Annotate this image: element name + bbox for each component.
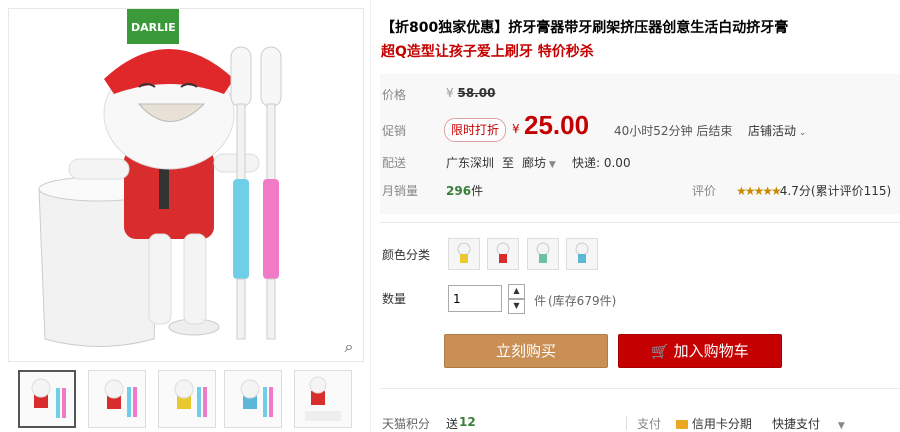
thumbnail-strip	[18, 370, 358, 432]
quantity-decrease-button[interactable]: ▼	[508, 299, 525, 314]
stock-count: (库存679件)	[548, 294, 617, 308]
price-panel: 价格 ¥ 58.00 促销 限时打折 ¥ 25.00 40小时52分钟 后结束 …	[380, 74, 900, 214]
swatch-image	[496, 242, 510, 263]
color-option-blue[interactable]	[566, 238, 598, 270]
shipping-from: 广东深圳	[446, 156, 495, 170]
thumbnail-5[interactable]	[294, 370, 352, 428]
quantity-increase-button[interactable]: ▲	[508, 284, 525, 299]
color-option-red[interactable]	[487, 238, 519, 270]
thumbnail-image	[31, 378, 66, 418]
rating-stars-icon: ★★★★★	[736, 184, 782, 198]
rating[interactable]: ★★★★★4.7分(累计评价115)	[736, 182, 891, 199]
thumbnail-image	[104, 379, 137, 417]
express-fee: 快递: 0.00	[572, 156, 631, 170]
chevron-down-icon: ⌄	[796, 128, 807, 138]
payment-label: 支付	[637, 417, 662, 431]
add-to-cart-button[interactable]: 🛒 加入购物车	[618, 334, 782, 368]
countdown: 40小时52分钟 后结束	[614, 124, 733, 138]
points-label: 天猫积分	[382, 417, 431, 431]
color-option-yellow[interactable]	[448, 238, 480, 270]
promo-label: 促销	[382, 124, 407, 138]
quantity-input[interactable]	[448, 285, 502, 312]
swatch-image	[457, 242, 471, 263]
promo-currency: ¥	[512, 122, 520, 136]
monthly-sales-count: 296	[446, 184, 472, 198]
limited-discount-badge: 限时打折	[444, 118, 507, 142]
promo-price: 25.00	[524, 110, 590, 140]
monthly-sales: 296件	[446, 182, 483, 199]
main-product-image[interactable]: DARLIE ⌕	[8, 8, 364, 362]
monthly-sales-label: 月销量	[382, 184, 419, 198]
price-label: 价格	[382, 88, 407, 102]
toothpaste-dispenser-illustration: DARLIE	[38, 9, 282, 347]
buy-now-button[interactable]: 立刻购买	[444, 334, 608, 368]
shipping-destination-dropdown[interactable]: 廊坊 ▼	[522, 154, 556, 171]
thumbnail-image	[174, 379, 207, 417]
quantity-label: 数量	[382, 292, 407, 306]
cart-icon: 🛒	[651, 344, 669, 360]
thumbnail-1[interactable]	[18, 370, 76, 428]
caret-down-icon: ▼	[837, 421, 845, 431]
section-divider-bottom	[380, 388, 900, 389]
thumbnail-image	[305, 376, 341, 421]
rating-text: 4.7分(累计评价115)	[779, 184, 892, 198]
credit-card-installment[interactable]: 信用卡分期	[676, 415, 752, 432]
shipping-label: 配送	[382, 156, 407, 170]
shipping-destination: 廊坊	[522, 156, 547, 170]
color-label: 颜色分类	[382, 248, 431, 262]
product-title: 【折800独家优惠】挤牙膏器带牙刷架挤压器创意生活白动挤牙膏	[381, 20, 789, 36]
original-price-value: 58.00	[457, 86, 496, 100]
shipping-to-word: 至	[502, 156, 515, 170]
points-value: 12	[459, 415, 476, 429]
section-divider	[380, 222, 900, 223]
column-divider	[370, 0, 371, 432]
credit-card-label: 信用卡分期	[691, 417, 752, 431]
credit-card-icon	[676, 420, 688, 429]
original-currency: ¥	[446, 86, 454, 100]
zoom-icon[interactable]: ⌕	[339, 337, 359, 357]
swatch-image	[536, 242, 550, 263]
monthly-sales-unit: 件	[471, 184, 484, 198]
add-to-cart-label: 加入购物车	[673, 342, 749, 360]
quick-pay[interactable]: 快捷支付 ▼	[772, 415, 845, 432]
quantity-unit: 件	[534, 294, 547, 308]
thumbnail-image	[240, 379, 273, 417]
product-subtitle: 超Q造型让孩子爱上刷牙 特价秒杀	[381, 44, 594, 60]
thumbnail-2[interactable]	[88, 370, 146, 428]
bottom-divider	[626, 416, 627, 430]
rating-label: 评价	[692, 184, 717, 198]
shop-activity-dropdown[interactable]: 店铺活动 ⌄	[748, 122, 806, 139]
shop-activity-label: 店铺活动	[748, 124, 797, 138]
active-thumb-indicator	[42, 370, 54, 372]
original-price: ¥ 58.00	[446, 86, 495, 100]
color-option-green[interactable]	[527, 238, 559, 270]
caret-down-icon: ▼	[546, 160, 556, 170]
thumbnail-4[interactable]	[224, 370, 282, 428]
thumbnail-3[interactable]	[158, 370, 216, 428]
points-prefix: 送	[446, 417, 459, 431]
swatch-image	[575, 242, 589, 263]
quick-pay-label: 快捷支付	[772, 417, 821, 431]
svg-text:DARLIE: DARLIE	[131, 21, 176, 34]
